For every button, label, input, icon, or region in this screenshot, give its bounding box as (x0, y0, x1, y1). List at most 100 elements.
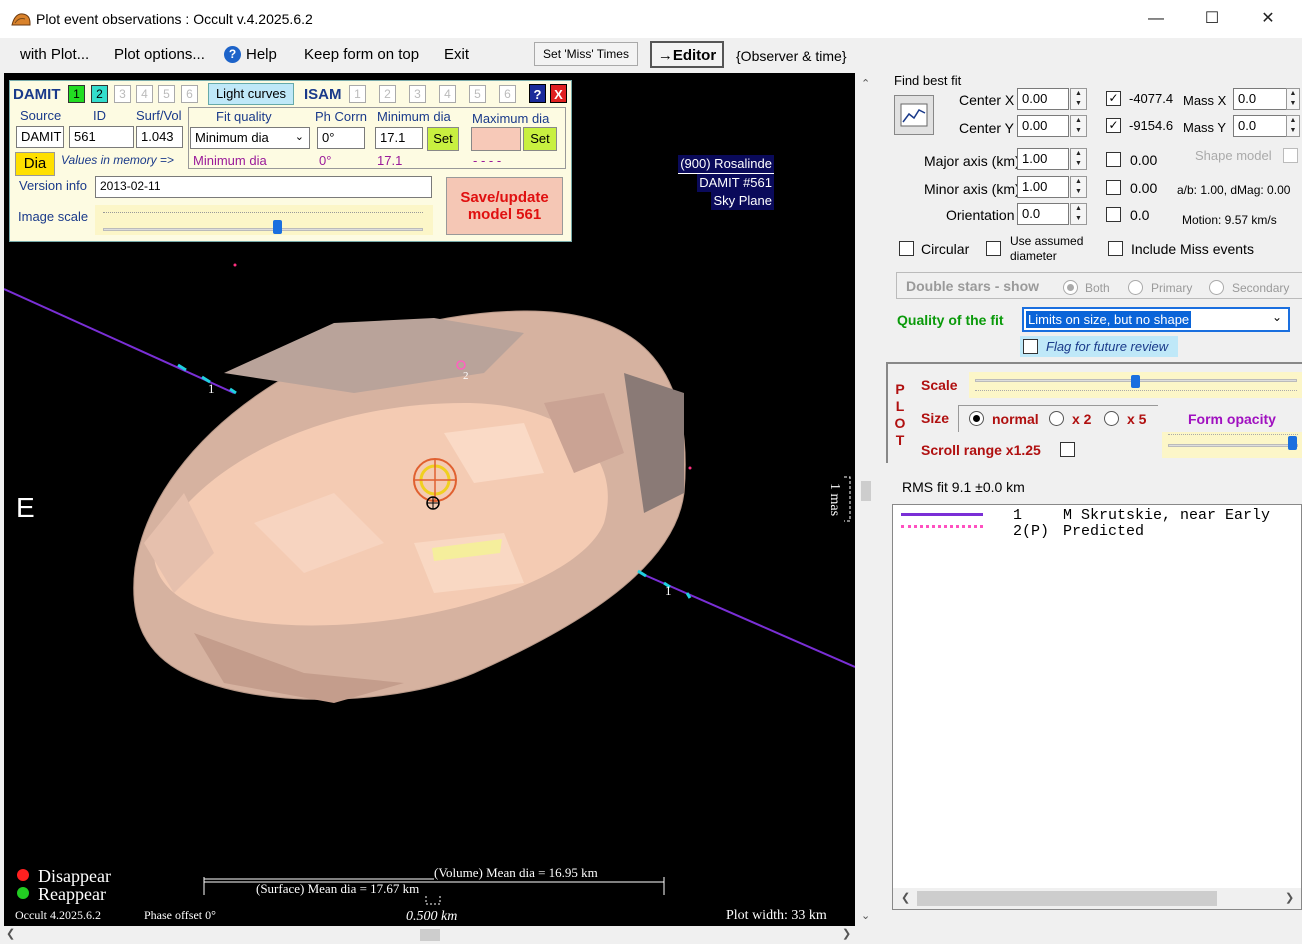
damit-model-1-button[interactable]: 1 (68, 85, 85, 103)
fix-center-y-checkbox[interactable]: ✓ (1106, 118, 1121, 133)
max-dia-field[interactable] (471, 127, 521, 151)
size-normal-radio[interactable] (969, 411, 984, 426)
minor-axis-spinner[interactable]: ▲ ▼ (1070, 176, 1087, 198)
major-axis-field[interactable]: 1.00 (1017, 148, 1069, 170)
minor-axis-field[interactable]: 1.00 (1017, 176, 1069, 198)
circular-checkbox[interactable] (899, 241, 914, 256)
min-dia-field[interactable]: 17.1 (375, 127, 423, 149)
menu-plot-options[interactable]: Plot options... (114, 46, 205, 63)
include-miss-events-checkbox[interactable] (1108, 241, 1123, 256)
menu-with-plot[interactable]: with Plot... (20, 46, 89, 63)
version-info-field[interactable]: 2013-02-11 (95, 176, 432, 198)
flag-for-review-checkbox[interactable] (1023, 339, 1038, 354)
minor-axis-value: 0.00 (1130, 180, 1158, 196)
scroll-left-icon[interactable]: ❮ (6, 927, 15, 940)
mass-x-spinner[interactable]: ▲ ▼ (1286, 88, 1300, 110)
source-field[interactable]: DAMIT (16, 126, 64, 148)
orientation-spinner[interactable]: ▲ ▼ (1070, 203, 1087, 225)
east-direction-label: E (16, 492, 35, 523)
fix-major-axis-checkbox[interactable] (1106, 152, 1121, 167)
fix-minor-axis-checkbox[interactable] (1106, 180, 1121, 195)
set-min-dia-button[interactable]: Set (427, 127, 459, 151)
quality-of-fit-selected: Limits on size, but no shape (1026, 311, 1192, 328)
minimize-button[interactable]: — (1133, 0, 1179, 38)
image-scale-slider[interactable] (95, 205, 433, 235)
set-miss-times-button[interactable]: Set 'Miss' Times (534, 42, 638, 66)
scroll-range-checkbox[interactable] (1060, 442, 1075, 457)
double-stars-secondary-radio[interactable] (1209, 280, 1224, 295)
help-icon[interactable]: ? (224, 46, 241, 63)
slider-thumb[interactable] (273, 220, 282, 234)
size-x2-radio[interactable] (1049, 411, 1064, 426)
id-field[interactable]: 561 (69, 126, 134, 148)
fix-orientation-checkbox[interactable] (1106, 207, 1121, 222)
dia-button[interactable]: Dia (15, 152, 55, 176)
damit-model-3-button[interactable]: 3 (114, 85, 131, 103)
damit-model-6-button[interactable]: 6 (181, 85, 198, 103)
set-max-dia-button[interactable]: Set (523, 127, 557, 151)
center-x-field[interactable]: 0.00 (1017, 88, 1069, 110)
mass-y-spinner[interactable]: ▲ ▼ (1286, 115, 1300, 137)
isam-model-1-button[interactable]: 1 (349, 85, 366, 103)
results-list[interactable]: 1 M Skrutskie, near Early 2(P) Predicted… (892, 504, 1302, 910)
result-row-1-text: M Skrutskie, near Early (1063, 507, 1271, 524)
scroll-left-icon[interactable]: ❮ (901, 891, 910, 904)
form-opacity-slider[interactable] (1162, 432, 1302, 458)
isam-model-2-button[interactable]: 2 (379, 85, 396, 103)
center-x-spinner[interactable]: ▲ ▼ (1070, 88, 1087, 110)
scroll-up-icon[interactable]: ⌃ (861, 77, 870, 90)
mass-x-field[interactable]: 0.0 (1233, 88, 1287, 110)
scroll-right-icon[interactable]: ❯ (1285, 891, 1294, 904)
scale-slider[interactable] (969, 372, 1302, 398)
shape-model-checkbox[interactable] (1283, 148, 1298, 163)
damit-model-4-button[interactable]: 4 (136, 85, 153, 103)
quality-of-fit-select[interactable]: Limits on size, but no shape ⌄ (1022, 307, 1290, 332)
damit-model-5-button[interactable]: 5 (158, 85, 175, 103)
isam-model-3-button[interactable]: 3 (409, 85, 426, 103)
double-stars-primary-radio[interactable] (1128, 280, 1143, 295)
scroll-thumb[interactable] (917, 891, 1217, 906)
mass-y-field[interactable]: 0.0 (1233, 115, 1287, 137)
fit-quality-select[interactable]: Minimum dia ⌄ (190, 127, 310, 149)
scale-km-label: 0.500 km (406, 909, 458, 924)
menu-exit[interactable]: Exit (444, 46, 469, 63)
slider-thumb[interactable] (1131, 375, 1140, 388)
plot-info-box: (900) Rosalinde DAMIT #561 Sky Plane (670, 155, 774, 210)
fix-center-x-checkbox[interactable]: ✓ (1106, 91, 1121, 106)
slider-thumb[interactable] (1288, 436, 1297, 450)
plot-horizontal-scrollbar[interactable]: ❮ ❯ (0, 926, 856, 944)
maximize-button[interactable]: ☐ (1189, 0, 1235, 38)
damit-close-button[interactable]: X (550, 84, 567, 103)
menu-keep-form-on-top[interactable]: Keep form on top (304, 46, 419, 63)
isam-model-6-button[interactable]: 6 (499, 85, 516, 103)
light-curves-button[interactable]: Light curves (208, 83, 294, 105)
isam-model-5-button[interactable]: 5 (469, 85, 486, 103)
close-window-button[interactable]: ✕ (1245, 0, 1291, 38)
isam-model-4-button[interactable]: 4 (439, 85, 456, 103)
double-stars-both-label: Both (1085, 281, 1110, 295)
size-x5-radio[interactable] (1104, 411, 1119, 426)
scroll-thumb[interactable] (420, 929, 440, 941)
max-dia-header: Maximum dia (472, 111, 550, 126)
find-best-fit-button[interactable] (894, 95, 934, 135)
scroll-thumb[interactable] (861, 481, 871, 501)
menu-help[interactable]: Help (246, 46, 277, 63)
damit-help-button[interactable]: ? (529, 84, 546, 103)
observer-time-menu[interactable]: {Observer & time} (736, 48, 847, 64)
orientation-field[interactable]: 0.0 (1017, 203, 1069, 225)
ph-corrn-field[interactable]: 0° (317, 127, 365, 149)
center-y-field[interactable]: 0.00 (1017, 115, 1069, 137)
scroll-right-icon[interactable]: ❯ (842, 927, 851, 940)
results-horizontal-scrollbar[interactable]: ❮ ❯ (893, 888, 1301, 909)
scroll-down-icon[interactable]: ⌄ (861, 909, 870, 922)
double-stars-both-radio[interactable] (1063, 280, 1078, 295)
surf-vol-field[interactable]: 1.043 (136, 126, 183, 148)
damit-model-2-button[interactable]: 2 (91, 85, 108, 103)
center-y-spinner[interactable]: ▲ ▼ (1070, 115, 1087, 137)
save-update-model-button[interactable]: Save/update model 561 (446, 177, 563, 235)
disappear-marker-icon (17, 869, 29, 881)
use-assumed-diameter-checkbox[interactable] (986, 241, 1001, 256)
major-axis-spinner[interactable]: ▲ ▼ (1070, 148, 1087, 170)
editor-button[interactable]: →Editor (650, 41, 724, 68)
plot-vertical-scrollbar[interactable]: ⌃ ⌄ (856, 73, 876, 926)
